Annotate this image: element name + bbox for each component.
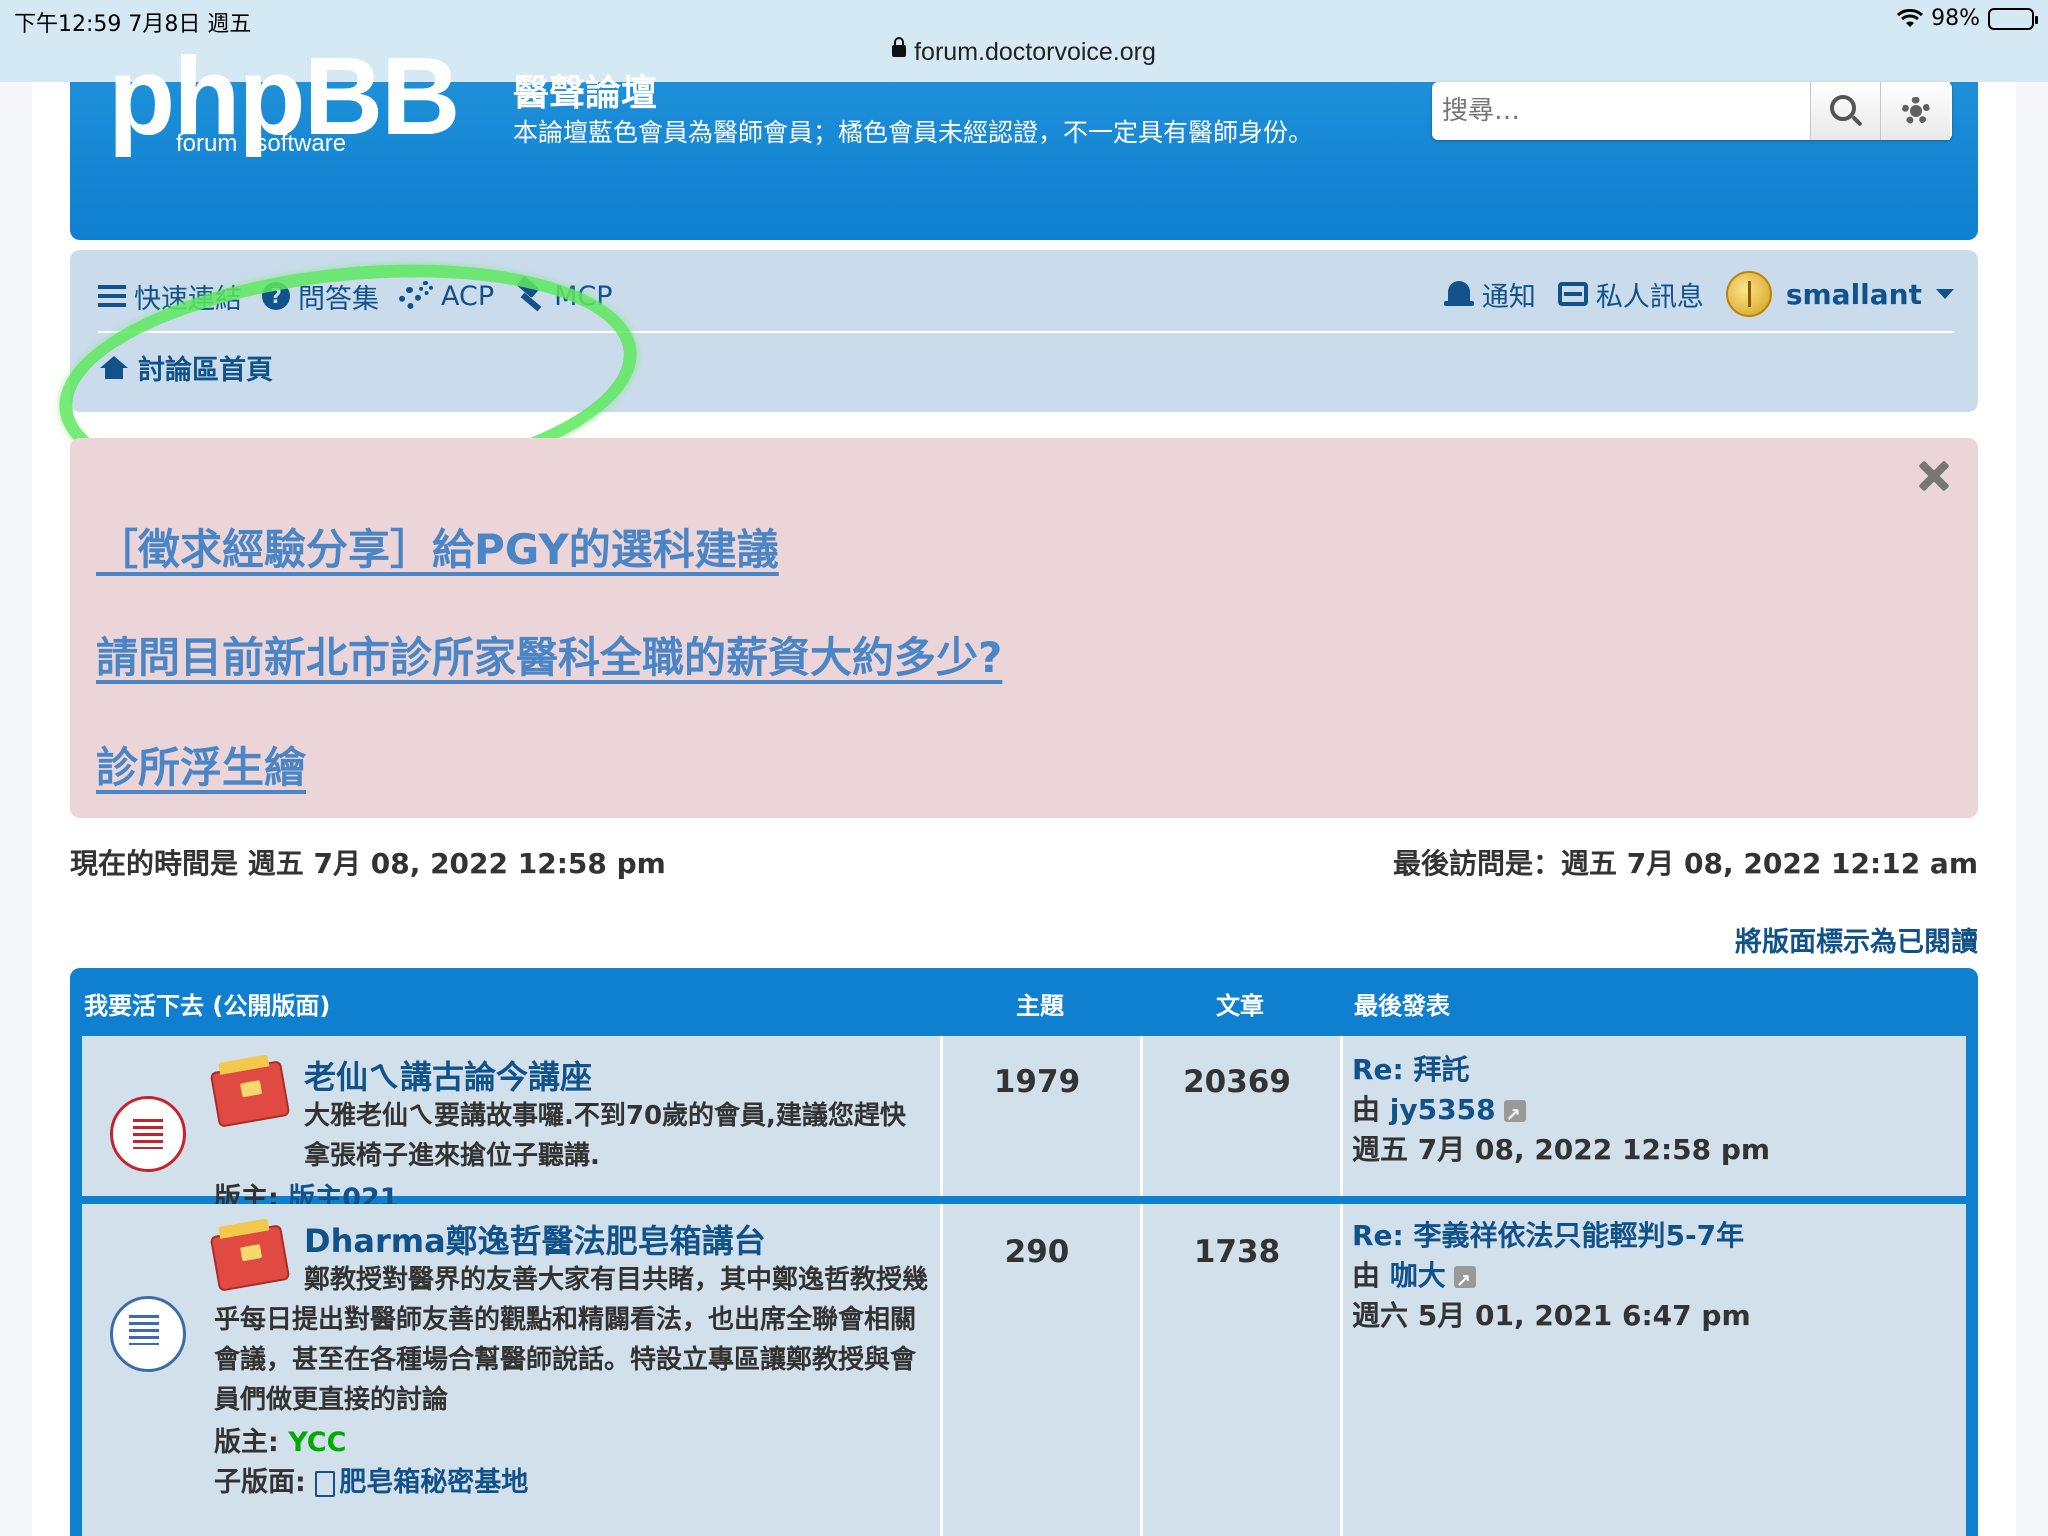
subforums: 子版面: 肥皂箱秘密基地 [214, 1460, 528, 1499]
col-posts-header: 文章 [1216, 992, 1264, 1020]
forum-category-box: 我要活下去 (公開版面) 主題 文章 最後發表 老仙ㄟ講古論今講座 大雅老仙ㄟ要… [70, 968, 1978, 1536]
forum-title[interactable]: Dharma鄭逸哲醫法肥皂箱講台 [304, 1216, 766, 1262]
last-visit-time: 最後訪問是：週五 7月 08, 2022 12:12 am [1393, 847, 1978, 880]
announcement-link-3[interactable]: 診所浮生繪 [96, 734, 306, 795]
moderator-link[interactable]: YCC [288, 1427, 346, 1458]
search-box [1432, 82, 1952, 140]
col-divider [1340, 1204, 1343, 1536]
col-topics-header: 主題 [1016, 992, 1064, 1020]
notifications-link[interactable]: 通知 [1443, 275, 1536, 314]
by-label: 由 [1352, 1259, 1381, 1292]
mark-forums-read-link[interactable]: 將版面標示為已閱讀 [1735, 920, 1978, 959]
forum-status-lines [133, 1119, 163, 1149]
private-messages-label: 私人訊息 [1595, 281, 1704, 313]
category-title[interactable]: 我要活下去 (公開版面) [84, 986, 330, 1021]
forum-moderator: 版主: YCC [214, 1420, 346, 1459]
status-time: 下午12:59 7月8日 週五 [14, 12, 252, 37]
wifi-icon [1897, 8, 1924, 29]
url-text: forum.doctorvoice.org [914, 38, 1156, 66]
last-post-user[interactable]: 咖大 [1390, 1259, 1446, 1292]
private-messages-link[interactable]: 私人訊息 [1557, 275, 1704, 314]
search-input[interactable] [1432, 82, 1810, 140]
last-post: Re: 李義祥依法只能輕判5-7年 由 咖大 週六 5月 01, 2021 6:… [1352, 1216, 1751, 1336]
battery-percent: 98% [1931, 6, 1980, 31]
col-last-post-header: 最後發表 [1354, 992, 1450, 1020]
hamburger-icon [98, 285, 126, 307]
forum-status-lines [129, 1315, 159, 1345]
announcement-link-1[interactable]: ［徵求經驗分享］給PGY的選科建議 [96, 516, 779, 577]
subforum-link[interactable]: 肥皂箱秘密基地 [339, 1467, 528, 1498]
chevron-down-icon [1936, 289, 1954, 299]
phpbb-logo[interactable]: phpBB forum software [108, 42, 460, 158]
announcement-box: ［徵求經驗分享］給PGY的選科建議 請問目前新北市診所家醫科全職的薪資大約多少?… [70, 438, 1978, 818]
battery-icon [1988, 7, 2038, 30]
document-icon [315, 1470, 336, 1497]
current-time: 現在的時間是 週五 7月 08, 2022 12:58 pm [70, 847, 666, 880]
col-divider [1340, 1036, 1343, 1196]
last-post-time: 週六 5月 01, 2021 6:47 pm [1352, 1299, 1751, 1332]
gear-icon [1901, 97, 1930, 125]
advanced-search-button[interactable] [1880, 82, 1950, 140]
posts-count: 1738 [1193, 1234, 1281, 1270]
user-menu[interactable]: smallant [1725, 271, 1954, 317]
bell-icon [1443, 279, 1474, 309]
last-post-time: 週五 7月 08, 2022 12:58 pm [1352, 1133, 1771, 1166]
goto-post-icon[interactable] [1453, 1262, 1476, 1302]
avatar [1725, 271, 1772, 317]
subforum-label: 子版面: [214, 1467, 306, 1498]
forum-title[interactable]: 老仙ㄟ講古論今講座 [304, 1052, 592, 1098]
search-button[interactable] [1810, 82, 1880, 140]
forum-description: 鄭教授對醫界的友善大家有目共睹，其中鄭逸哲教授幾乎每日提出對醫師友善的觀點和精闢… [214, 1265, 929, 1415]
logo-sub-forum: forum [176, 130, 238, 157]
topics-count: 1979 [993, 1064, 1081, 1100]
inbox-icon [1557, 282, 1588, 306]
close-icon[interactable] [1916, 458, 1952, 494]
last-post: Re: 拜託 由 jy5358 週五 7月 08, 2022 12:58 pm [1352, 1050, 1770, 1170]
announcement-link-2[interactable]: 請問目前新北市診所家醫科全職的薪資大約多少? [96, 624, 1002, 685]
goto-post-icon[interactable] [1503, 1096, 1526, 1136]
last-post-user[interactable]: jy5358 [1390, 1093, 1496, 1126]
folder-icon [209, 1060, 291, 1128]
forum-unread-icon [110, 1096, 186, 1172]
site-title: 醫聲論壇 [513, 73, 658, 114]
forum-read-subforum-icon [110, 1296, 186, 1372]
forum-description: 大雅老仙ㄟ要講故事囉.不到70歲的會員,建議您趕快拿張椅子進來搶位子聽講. [304, 1101, 906, 1171]
topics-count: 290 [1004, 1234, 1070, 1270]
logo-sub-software: software [255, 130, 347, 157]
moderator-label: 版主: [214, 1427, 279, 1458]
search-icon [1829, 95, 1856, 121]
by-label: 由 [1352, 1093, 1381, 1126]
logo-subtitle: forum software [176, 130, 364, 158]
last-post-title[interactable]: Re: 李義祥依法只能輕判5-7年 [1352, 1216, 1751, 1256]
last-post-title[interactable]: Re: 拜託 [1352, 1050, 1770, 1090]
col-divider [1140, 1036, 1143, 1196]
status-right: 98% [1897, 6, 2038, 31]
col-divider [940, 1036, 943, 1196]
forum-row: 老仙ㄟ講古論今講座 大雅老仙ㄟ要講故事囉.不到70歲的會員,建議您趕快拿張椅子進… [82, 1036, 1966, 1214]
nav-right: 通知 私人訊息 smallant [1443, 270, 1954, 318]
notifications-label: 通知 [1481, 281, 1536, 313]
lock-icon [892, 37, 907, 58]
site-description: 本論壇藍色會員為醫師會員；橘色會員未經認證，不一定具有醫師身份。 [513, 118, 1314, 147]
forum-row: Dharma鄭逸哲醫法肥皂箱講台 鄭教授對醫界的友善大家有目共睹，其中鄭逸哲教授… [82, 1204, 1966, 1536]
last-post-author-line: 由 jy5358 [1352, 1090, 1770, 1136]
posts-count: 20369 [1183, 1064, 1291, 1100]
forum-table-header: 我要活下去 (公開版面) 主題 文章 最後發表 [70, 968, 1978, 1036]
last-post-author-line: 由 咖大 [1352, 1256, 1751, 1302]
site-header: phpBB forum software 醫聲論壇 本論壇藍色會員為醫師會員；橘色… [70, 42, 1978, 240]
username: smallant [1785, 277, 1922, 311]
